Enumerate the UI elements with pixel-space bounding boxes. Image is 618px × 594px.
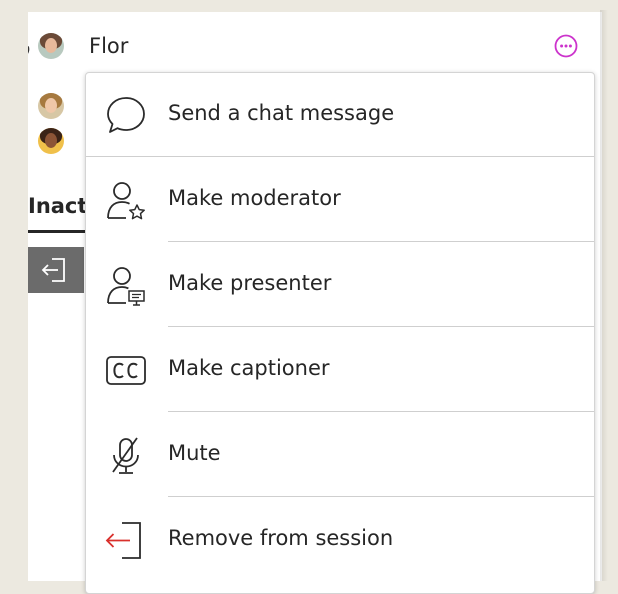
- menu-item-label: Mute: [168, 441, 221, 465]
- inactive-participant-tile[interactable]: [28, 247, 84, 293]
- microphone-muted-icon: [112, 437, 139, 474]
- avatar: [38, 128, 64, 154]
- menu-item-label: Send a chat message: [168, 101, 395, 125]
- divider: [168, 411, 594, 412]
- truncated-text-fragment: ر: [28, 33, 31, 58]
- participant-name: Flor: [89, 34, 129, 58]
- divider: [168, 326, 594, 327]
- closed-caption-icon: [106, 356, 146, 385]
- participant-row-flor[interactable]: ر Flor: [28, 24, 602, 68]
- menu-item-label: Make moderator: [168, 186, 341, 210]
- divider: [168, 496, 594, 497]
- menu-item-make-captioner[interactable]: Make captioner: [86, 328, 594, 412]
- menu-item-remove-from-session[interactable]: Remove from session: [86, 498, 594, 582]
- more-options-button[interactable]: [554, 34, 578, 58]
- menu-item-make-presenter[interactable]: Make presenter: [86, 243, 594, 327]
- menu-item-send-chat-message[interactable]: Send a chat message: [86, 73, 594, 157]
- menu-item-label: Make presenter: [168, 271, 332, 295]
- more-options-icon: [554, 34, 578, 58]
- avatar: [38, 33, 64, 59]
- panel-edge-shadow: [600, 10, 608, 581]
- chat-bubble-icon: [107, 97, 145, 133]
- menu-item-mute[interactable]: Mute: [86, 413, 594, 497]
- user-star-icon: [107, 182, 145, 220]
- menu-item-label: Remove from session: [168, 526, 394, 550]
- menu-item-label: Make captioner: [168, 356, 330, 380]
- divider: [86, 156, 594, 157]
- avatar: [38, 93, 64, 119]
- participant-options-menu: Send a chat message Make moderator Make …: [85, 72, 595, 594]
- exit-door-icon: [105, 522, 141, 559]
- divider: [168, 241, 594, 242]
- exit-door-icon: [41, 258, 65, 282]
- menu-item-make-moderator[interactable]: Make moderator: [86, 158, 594, 242]
- user-presentation-icon: [107, 267, 145, 306]
- inactive-section-heading: Inact: [28, 194, 88, 218]
